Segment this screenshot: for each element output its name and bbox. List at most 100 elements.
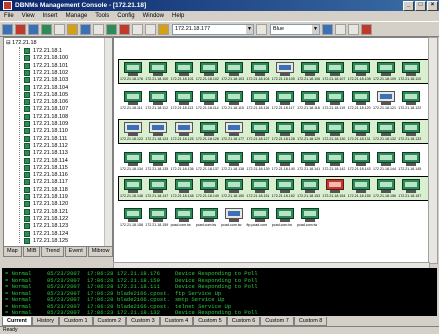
zoom-out-icon[interactable] — [119, 23, 130, 35]
device-tree[interactable]: ⊟ 172.21.18 172.21.18.1 172.21.18.100 172.… — [3, 37, 113, 247]
device-node[interactable] — [250, 179, 269, 193]
menu-window[interactable]: Window — [139, 13, 168, 19]
tree-node[interactable]: 172.21.18.124 — [24, 230, 68, 237]
device-node[interactable] — [225, 179, 244, 193]
event-log[interactable]: = Normal 05/23/2007 17:06:28 172.21.18.176 D… — [2, 268, 437, 316]
back-icon[interactable] — [132, 23, 143, 35]
device-node[interactable] — [124, 122, 142, 136]
device-node[interactable] — [351, 152, 370, 166]
tree-node[interactable]: 172.21.18.107 — [24, 106, 68, 113]
grid-icon[interactable] — [335, 23, 346, 35]
device-node[interactable] — [275, 208, 294, 222]
zoom-in-icon[interactable] — [106, 23, 117, 35]
tree-node[interactable]: 172.21.18.114 — [24, 157, 68, 164]
tree-node[interactable]: 172.21.18.104 — [24, 84, 68, 91]
menu-help[interactable]: Help — [168, 13, 188, 19]
device-node[interactable] — [124, 208, 142, 222]
device-node[interactable] — [149, 91, 168, 105]
save-icon[interactable] — [28, 23, 39, 35]
device-node[interactable] — [225, 208, 244, 222]
tab-custom-3[interactable]: Custom 3 — [126, 317, 160, 326]
device-node[interactable] — [275, 62, 294, 76]
tab-current[interactable]: Current — [2, 317, 32, 326]
forward-icon[interactable] — [145, 23, 156, 35]
tree-node[interactable]: 172.21.18.125 — [24, 237, 68, 244]
minimize-button[interactable]: _ — [403, 0, 414, 11]
new-icon[interactable] — [2, 23, 13, 35]
tab-custom-5[interactable]: Custom 5 — [193, 317, 227, 326]
device-node[interactable] — [225, 62, 244, 76]
device-node[interactable] — [199, 208, 218, 222]
tab-custom-4[interactable]: Custom 4 — [159, 317, 194, 326]
device-node[interactable] — [250, 152, 269, 166]
close-button[interactable]: × — [427, 0, 438, 11]
tree-node[interactable]: 172.21.18.118 — [24, 186, 68, 193]
copy-icon[interactable] — [67, 23, 78, 35]
device-node[interactable] — [225, 152, 244, 166]
chevron-down-icon[interactable]: ▼ — [246, 24, 253, 34]
cut-icon[interactable] — [54, 23, 65, 35]
tree-node[interactable]: 172.21.18.1 — [24, 48, 62, 54]
tree-node[interactable]: 172.21.18.110 — [24, 128, 68, 135]
device-node[interactable] — [351, 179, 370, 193]
device-node[interactable] — [174, 122, 193, 136]
find-icon[interactable] — [93, 23, 104, 35]
device-node[interactable] — [377, 91, 395, 105]
tab-mib[interactable]: MIB — [22, 247, 41, 257]
tab-mibrow[interactable]: Mibrow — [87, 247, 114, 257]
tree-node[interactable]: 172.21.18.105 — [24, 91, 68, 98]
device-node[interactable] — [377, 152, 395, 166]
device-node[interactable] — [250, 62, 269, 76]
tab-trend[interactable]: Trend — [41, 247, 64, 257]
tree-node[interactable]: 172.21.18.112 — [24, 142, 68, 149]
device-node[interactable] — [351, 91, 370, 105]
tree-node[interactable]: 172.21.18.120 — [24, 201, 68, 208]
device-node[interactable] — [174, 179, 193, 193]
network-map[interactable]: 172.21.18.176 172.21.18.100 172.21.18.101 1… — [113, 37, 430, 264]
device-node[interactable] — [402, 122, 421, 136]
device-node[interactable] — [124, 62, 142, 76]
tab-map[interactable]: Map — [3, 247, 22, 257]
home-icon[interactable] — [322, 23, 333, 35]
device-node[interactable] — [377, 62, 395, 76]
device-node[interactable] — [124, 152, 142, 166]
device-node[interactable] — [377, 122, 395, 136]
menu-view[interactable]: View — [18, 13, 39, 19]
device-node[interactable] — [402, 91, 421, 105]
tab-event[interactable]: Event — [64, 247, 87, 257]
print-icon[interactable] — [41, 23, 52, 35]
paste-icon[interactable] — [80, 23, 91, 35]
device-node[interactable] — [351, 62, 370, 76]
tree-node[interactable]: 172.21.18.109 — [24, 121, 68, 127]
list-icon[interactable] — [348, 23, 359, 35]
device-node[interactable] — [174, 152, 193, 166]
tab-custom-1[interactable]: Custom 1 — [59, 317, 93, 326]
tree-node[interactable]: 172.21.18.108 — [24, 113, 68, 120]
tree-node[interactable]: 172.21.18.113 — [24, 150, 68, 157]
tree-node[interactable]: 172.21.18.101 — [24, 62, 68, 69]
device-node[interactable] — [301, 179, 320, 193]
tree-node[interactable]: 172.21.18.119 — [24, 194, 68, 200]
menu-insert[interactable]: Insert — [39, 13, 62, 19]
device-node[interactable] — [225, 91, 244, 105]
device-node[interactable] — [250, 208, 269, 222]
stop-icon[interactable] — [256, 23, 267, 35]
device-node[interactable] — [250, 91, 269, 105]
tree-root[interactable]: ⊟ 172.21.18 — [6, 40, 37, 46]
tab-custom-7[interactable]: Custom 7 — [260, 317, 294, 326]
tree-node[interactable]: 172.21.18.123 — [24, 223, 68, 230]
device-node[interactable] — [124, 91, 142, 105]
device-node[interactable] — [124, 179, 142, 193]
alert-icon[interactable] — [361, 23, 372, 35]
tab-custom-6[interactable]: Custom 6 — [226, 317, 261, 326]
device-node[interactable] — [250, 122, 269, 136]
device-node[interactable] — [275, 122, 294, 136]
tree-node[interactable]: 172.21.18.122 — [24, 215, 68, 222]
maximize-button[interactable]: □ — [415, 0, 426, 11]
device-node[interactable] — [275, 152, 294, 166]
device-node[interactable] — [402, 62, 421, 76]
menu-tools[interactable]: Tools — [91, 13, 113, 19]
device-node[interactable] — [149, 179, 168, 193]
device-node[interactable] — [275, 91, 294, 105]
tree-scrollbar[interactable] — [104, 38, 112, 246]
